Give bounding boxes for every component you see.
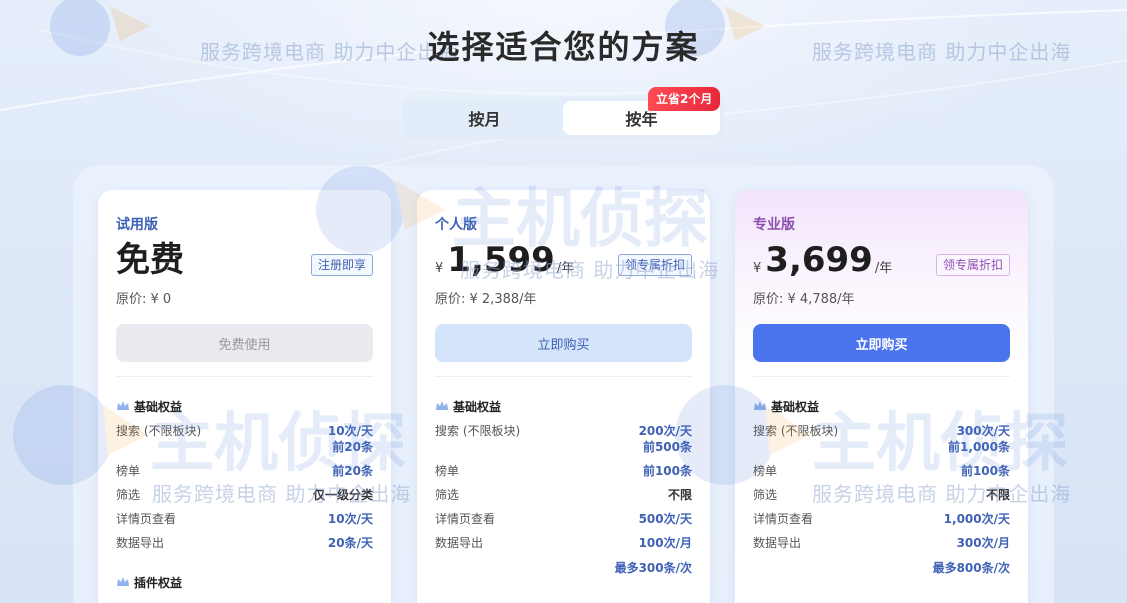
benefit-key: 搜索 (不限板块) <box>116 424 202 438</box>
price-unit: /年 <box>874 261 893 276</box>
benefit-value: 不限 <box>667 488 692 502</box>
benefit-key: 榜单 <box>116 464 141 478</box>
crown-icon <box>117 401 129 410</box>
benefit-row: 筛选 不限 <box>753 487 1010 503</box>
benefit-row: 数据导出 20条/天 <box>116 535 373 551</box>
benefit-value: 100次/月 <box>638 536 692 550</box>
benefit-row: 搜索 (不限板块) 10次/天 前20条 <box>116 423 373 455</box>
benefit-value: 10次/天 <box>327 512 373 526</box>
benefit-row: 筛选 不限 <box>435 487 692 503</box>
benefit-row: 榜单 前100条 <box>435 463 692 479</box>
benefit-value: 1,000次/天 <box>943 512 1010 526</box>
benefit-key: 数据导出 <box>116 536 165 550</box>
plan-name: 试用版 <box>116 217 158 233</box>
crown-icon <box>117 577 129 586</box>
basic-benefits-title: 基础权益 <box>771 399 820 414</box>
benefit-row: 筛选 仅一级分类 <box>116 487 373 503</box>
basic-benefits-title: 基础权益 <box>134 399 183 414</box>
benefit-row: 数据导出 100次/月 <box>435 535 692 551</box>
divider <box>753 376 1010 377</box>
benefit-key: 详情页查看 <box>116 512 177 526</box>
benefit-value: 前100条 <box>642 464 692 478</box>
price-amount: 3,699 <box>765 240 873 280</box>
price-row: ¥ 3,699 /年 领专属折扣 <box>753 240 1010 280</box>
basic-benefits-title: 基础权益 <box>453 399 502 414</box>
benefit-value: 200次/天 前500条 <box>638 424 692 454</box>
benefit-value: 300次/月 <box>956 536 1010 550</box>
plan-card-personal: 个人版 ¥ 1,599 /年 领专属折扣 原价: ¥ 2,388/年 立即购买 … <box>417 190 710 603</box>
benefit-key: 搜索 (不限板块) <box>435 424 521 438</box>
plugin-benefits-title: 插件权益 <box>134 575 183 590</box>
benefit-value: 不限 <box>985 488 1010 502</box>
monthly-option[interactable]: 按月 <box>406 101 563 135</box>
currency-symbol: ¥ <box>753 261 762 276</box>
discount-tag-button[interactable]: 领专属折扣 <box>935 254 1010 276</box>
benefit-row: 榜单 前100条 <box>753 463 1010 479</box>
basic-benefits-header: 基础权益 <box>435 397 692 415</box>
plan-name: 专业版 <box>753 217 795 233</box>
benefit-value: 仅一级分类 <box>312 488 373 502</box>
export-limit: 最多800条/次 <box>932 561 1010 575</box>
benefit-value: 10次/天 前20条 <box>327 424 373 454</box>
benefit-value: 500次/天 <box>638 512 692 526</box>
crown-icon <box>436 401 448 410</box>
currency-symbol: ¥ <box>435 261 444 276</box>
savings-badge: 立省2个月 <box>648 87 721 111</box>
benefit-value: 300次/天 前1,000条 <box>948 424 1010 454</box>
divider <box>116 376 373 377</box>
benefit-row: 搜索 (不限板块) 200次/天 前500条 <box>435 423 692 455</box>
benefit-key: 榜单 <box>753 464 778 478</box>
benefit-row: 数据导出 300次/月 <box>753 535 1010 551</box>
buy-now-button[interactable]: 立即购买 <box>435 324 692 362</box>
price-free: 免费 <box>116 240 184 280</box>
benefit-key: 筛选 <box>435 488 460 502</box>
benefit-value: 前20条 <box>332 464 373 478</box>
free-use-button[interactable]: 免费使用 <box>116 324 373 362</box>
crown-icon <box>754 401 766 410</box>
basic-benefits-header: 基础权益 <box>753 397 1010 415</box>
benefit-key: 筛选 <box>753 488 778 502</box>
export-limit: 最多300条/次 <box>614 561 692 575</box>
benefit-row: 详情页查看 1,000次/天 <box>753 511 1010 527</box>
page-title: 选择适合您的方案 <box>427 28 700 66</box>
benefit-key: 筛选 <box>116 488 141 502</box>
basic-benefits-header: 基础权益 <box>116 397 373 415</box>
benefit-key: 榜单 <box>435 464 460 478</box>
divider <box>435 376 692 377</box>
benefit-key: 数据导出 <box>753 536 802 550</box>
benefit-row: 详情页查看 500次/天 <box>435 511 692 527</box>
original-price: 原价: ¥ 2,388/年 <box>435 292 537 307</box>
benefit-key: 搜索 (不限板块) <box>753 424 839 438</box>
benefit-value: 20条/天 <box>327 536 373 550</box>
price-row: 免费 注册即享 <box>116 240 373 280</box>
benefit-key: 数据导出 <box>435 536 484 550</box>
plan-name: 个人版 <box>435 217 477 233</box>
price-row: ¥ 1,599 /年 领专属折扣 <box>435 240 692 280</box>
discount-tag-button[interactable]: 领专属折扣 <box>617 254 692 276</box>
benefit-row: 榜单 前20条 <box>116 463 373 479</box>
plan-card-trial: 试用版 免费 注册即享 原价: ¥ 0 免费使用 基础权益 搜索 (不限板块) … <box>98 190 391 603</box>
benefit-key: 详情页查看 <box>753 512 814 526</box>
price-amount: 1,599 <box>447 240 555 280</box>
price-unit: /年 <box>556 261 575 276</box>
register-tag-button[interactable]: 注册即享 <box>310 254 373 276</box>
plan-card-pro: 专业版 ¥ 3,699 /年 领专属折扣 原价: ¥ 4,788/年 立即购买 … <box>735 190 1028 603</box>
plugin-benefits-header: 插件权益 <box>116 573 373 591</box>
buy-now-button[interactable]: 立即购买 <box>753 324 1010 362</box>
benefit-row: 搜索 (不限板块) 300次/天 前1,000条 <box>753 423 1010 455</box>
original-price: 原价: ¥ 4,788/年 <box>753 292 855 307</box>
benefit-key: 详情页查看 <box>435 512 496 526</box>
benefit-row: 详情页查看 10次/天 <box>116 511 373 527</box>
original-price: 原价: ¥ 0 <box>116 292 172 307</box>
benefit-value: 前100条 <box>960 464 1010 478</box>
